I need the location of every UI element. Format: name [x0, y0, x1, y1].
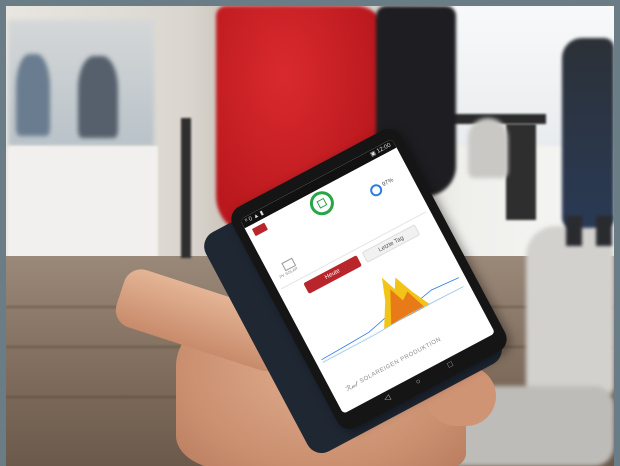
person-leg — [566, 216, 582, 246]
background-table-leg — [506, 124, 536, 220]
grey-chair — [468, 118, 508, 178]
foreground-chair — [526, 226, 614, 396]
poster-person-left — [16, 54, 50, 136]
person-background-right — [562, 38, 614, 228]
footer-logo: ℛ𝒶𝓁 — [344, 381, 359, 394]
person-leg — [596, 216, 612, 246]
home-icon[interactable]: ○ — [414, 376, 423, 386]
recent-apps-icon[interactable]: □ — [446, 359, 455, 369]
brand-logo-icon — [251, 222, 269, 237]
poster-person-right — [78, 56, 118, 138]
background-table-leg — [181, 118, 191, 258]
house-icon — [316, 197, 328, 209]
photo-scene: ᵗˡ 0 ▲ ▮ ▣ 12:00 97% PV SOLAR Heute Letz… — [6, 6, 614, 466]
back-icon[interactable]: ◁ — [382, 393, 392, 404]
